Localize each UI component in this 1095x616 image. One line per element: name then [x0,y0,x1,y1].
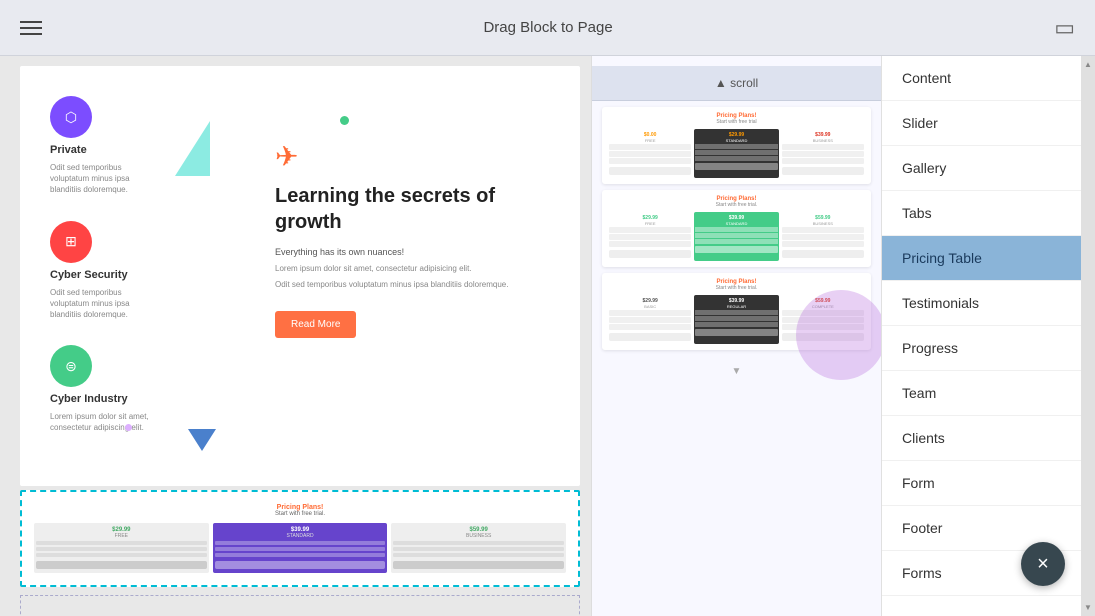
thumb1-col-standard: $29.99 STANDARD [694,129,778,178]
right-preview-panel: ▲ scroll Pricing Plans! Start with free … [591,56,881,616]
pricing-thumb-1-grid: $0.00 FREE $29.99 STANDARD $39.99 BUSINE… [608,129,865,178]
cyber-security-card: ⊞ Cyber Security Odit sed temporibus vol… [40,221,230,321]
scroll-up-arrow[interactable]: ▲ [1084,60,1092,69]
thumb3-col-regular: $39.99 REGULAR [694,295,778,344]
cyber-industry-title: Cyber Industry [50,393,128,405]
cards-block: ⬡ Private Odit sed temporibus voluptatum… [20,66,580,486]
right-sidebar: ContentSliderGalleryTabsPricing TableTes… [881,56,1081,616]
pricing-selected-block[interactable]: Pricing Plans! Start with free trial. $2… [20,490,580,587]
body-text-1: Lorem ipsum dolor sit amet, consectetur … [275,263,560,275]
cyber-security-icon: ⊞ [50,221,92,263]
hamburger-menu[interactable] [20,21,42,35]
read-more-button[interactable]: Read More [275,311,356,338]
scroll-down-arrow[interactable]: ▼ [1084,603,1092,612]
sidebar-item-clients[interactable]: Clients [882,416,1081,461]
mini-pricing-cols: $29.99 FREE $39.99 STANDARD [34,523,566,573]
scroll-arrows-panel: ▲ ▼ [1081,56,1095,616]
bottom-drop-zone[interactable] [20,595,580,616]
pricing-thumb-3[interactable]: Pricing Plans! Start with free trial. $2… [602,273,871,350]
pricing-thumb-2-grid: $29.99 FREE $39.99 STANDARD $59.99 BUSIN… [608,212,865,261]
pink-dot-decor [125,424,132,431]
thumb3-col-complete: $59.99 COMPLETE [781,295,865,344]
cyber-industry-card: ⊜ Cyber Industry Lorem ipsum dolor sit a… [40,345,230,433]
canvas-area: ⬡ Private Odit sed temporibus voluptatum… [0,56,591,616]
top-bar: Drag Block to Page ▭ [0,0,1095,56]
sidebar-item-progress[interactable]: Progress [882,326,1081,371]
green-dot-decor [340,116,349,125]
sidebar-item-pricing-table[interactable]: Pricing Table [882,236,1081,281]
cyber-industry-text: Lorem ipsum dolor sit amet, consectetur … [50,411,160,433]
mini-col-business: $59.99 BUSINESS [391,523,566,573]
main-heading: Learning the secrets of growth [275,183,560,235]
pricing-thumb-2-header: Pricing Plans! Start with free trial. [608,196,865,208]
close-button[interactable]: × [1021,542,1065,586]
drag-header: ▲ scroll [592,66,881,101]
canvas-scroll[interactable]: ⬡ Private Odit sed temporibus voluptatum… [0,56,591,616]
mini-col-standard: $39.99 STANDARD [213,523,388,573]
content-column: ✈ Learning the secrets of growth Everyth… [245,96,560,338]
scroll-down-hint: ▼ [592,356,881,387]
blue-triangle-decor [188,429,216,451]
thumb2-col-business: $59.99 BUSINESS [781,212,865,261]
teal-triangle-decor [175,121,210,176]
thumb2-col-free: $29.99 FREE [608,212,692,261]
mini-col-free: $29.99 FREE [34,523,209,573]
cyber-security-title: Cyber Security [50,269,128,281]
cyber-industry-icon: ⊜ [50,345,92,387]
sidebar-item-form[interactable]: Form [882,461,1081,506]
tagline-text: Everything has its own nuances! [275,247,560,257]
sidebar-item-content[interactable]: Content [882,56,1081,101]
thumb1-col-free: $0.00 FREE [608,129,692,178]
pricing-thumb-1-header: Pricing Plans! Start with free trial [608,113,865,125]
pricing-thumb-2[interactable]: Pricing Plans! Start with free trial. $2… [602,190,871,267]
sidebar-item-tabs[interactable]: Tabs [882,191,1081,236]
sidebar-item-testimonials[interactable]: Testimonials [882,281,1081,326]
private-icon: ⬡ [50,96,92,138]
pricing-thumb-3-header: Pricing Plans! Start with free trial. [608,279,865,291]
thumb1-col-business: $39.99 BUSINESS [781,129,865,178]
body-text-2: Odit sed temporibus voluptatum minus ips… [275,279,560,291]
pricing-thumb-3-grid: $29.99 BASIC $39.99 REGULAR $59.99 COMPL… [608,295,865,344]
sidebar-item-slider[interactable]: Slider [882,101,1081,146]
thumb3-col-basic: $29.99 BASIC [608,295,692,344]
close-icon: × [1037,553,1049,576]
main-area: ⬡ Private Odit sed temporibus voluptatum… [0,56,1095,616]
private-title: Private [50,144,87,156]
sidebar-item-gallery[interactable]: Gallery [882,146,1081,191]
mini-pricing-title-area: Pricing Plans! Start with free trial. [34,504,566,517]
private-text: Odit sed temporibus voluptatum minus ips… [50,162,160,196]
mobile-preview-icon[interactable]: ▭ [1054,15,1075,41]
sidebar-item-team[interactable]: Team [882,371,1081,416]
cyber-security-text: Odit sed temporibus voluptatum minus ips… [50,287,160,321]
paper-plane-icon: ✈ [275,140,560,173]
top-bar-title: Drag Block to Page [62,19,1034,36]
thumb2-col-standard: $39.99 STANDARD [694,212,778,261]
pricing-thumb-1[interactable]: Pricing Plans! Start with free trial $0.… [602,107,871,184]
sidebar-items-container: ContentSliderGalleryTabsPricing TableTes… [882,56,1081,596]
